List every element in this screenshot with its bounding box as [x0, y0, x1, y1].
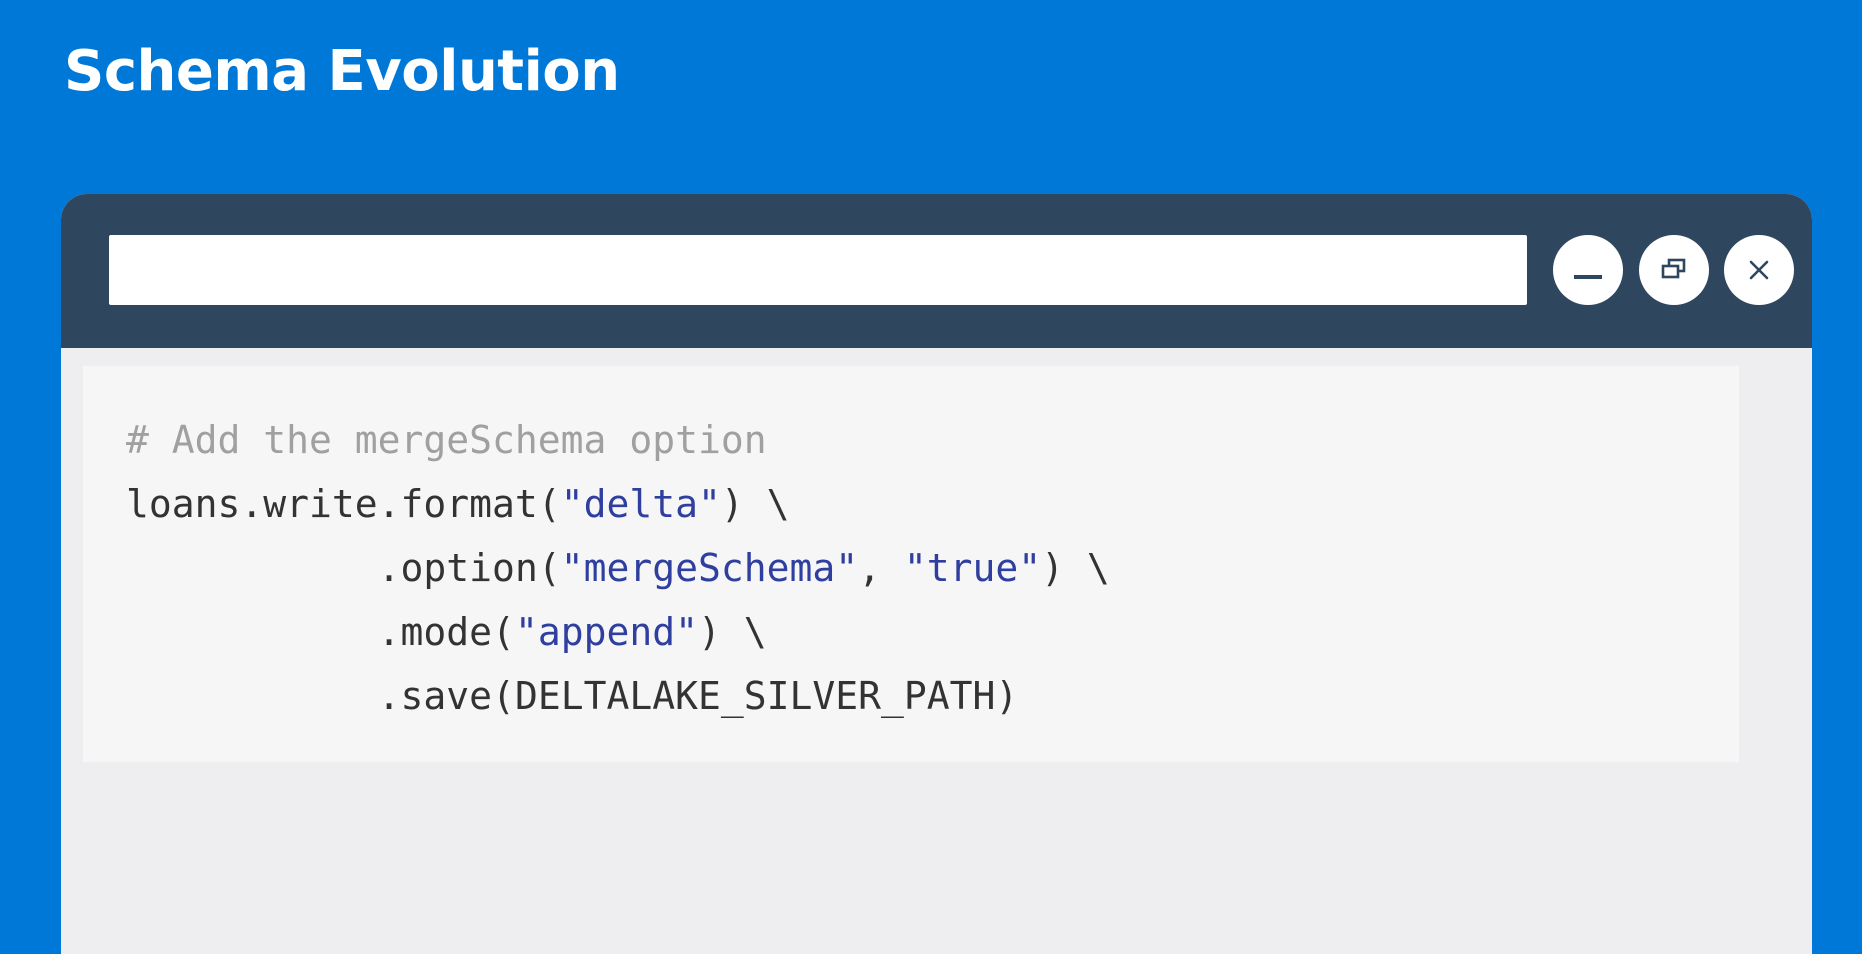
code-string: "append" — [514, 610, 698, 654]
code-token: ) \ — [697, 610, 767, 654]
code-token: ) \ — [720, 482, 790, 526]
code-string: "true" — [903, 546, 1042, 590]
code-line-option: .option("mergeSchema", "true") \ — [126, 536, 1110, 600]
code-token: loans.write.format( — [126, 482, 561, 526]
code-string: "delta" — [560, 482, 721, 526]
code-string: "mergeSchema" — [560, 546, 859, 590]
code-token: ) \ — [1041, 546, 1110, 590]
slide-title: Schema Evolution — [64, 39, 620, 104]
minimize-button[interactable] — [1553, 235, 1623, 305]
close-button[interactable] — [1724, 235, 1794, 305]
code-line-save: .save(DELTALAKE_SILVER_PATH) — [126, 664, 1110, 728]
minimize-icon — [1574, 275, 1602, 279]
close-icon — [1749, 260, 1769, 280]
code-token: .mode( — [377, 610, 515, 654]
restore-icon — [1661, 258, 1686, 279]
code-token: .option( — [377, 546, 561, 590]
code-token: .save(DELTALAKE_SILVER_PATH) — [377, 674, 1019, 718]
code-comment: # Add the mergeSchema option — [126, 418, 767, 462]
restore-button[interactable] — [1639, 235, 1709, 305]
code-line-write-format: loans.write.format("delta") \ — [126, 472, 1110, 536]
code-line-comment: # Add the mergeSchema option — [126, 408, 1110, 472]
window-titlebar — [61, 194, 1812, 348]
code-block: # Add the mergeSchema option loans.write.… — [126, 408, 1110, 728]
code-line-mode: .mode("append") \ — [126, 600, 1110, 664]
address-bar-input[interactable] — [109, 235, 1527, 305]
code-token: , — [858, 546, 904, 590]
